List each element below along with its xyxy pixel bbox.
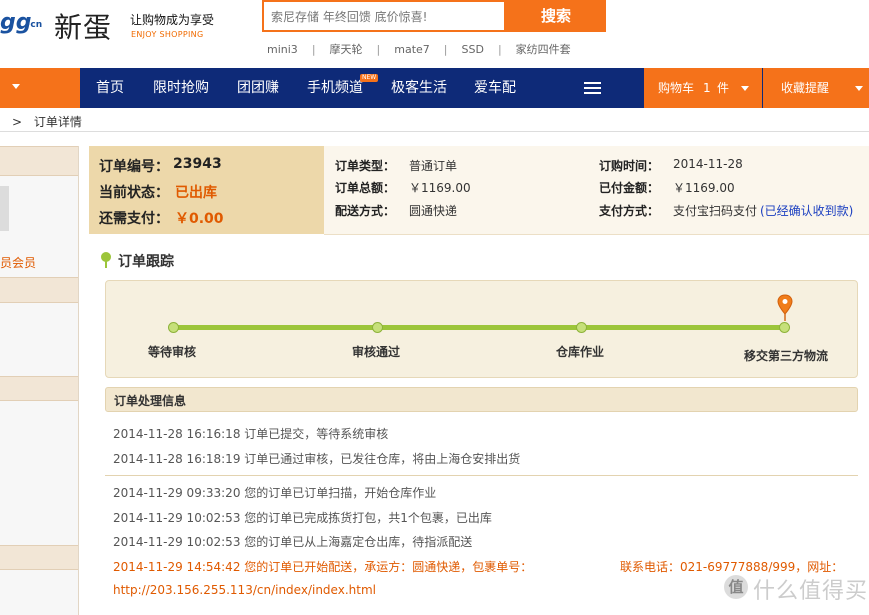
breadcrumb-current: 订单详情: [33, 115, 82, 129]
nav-item-flash-sale[interactable]: 限时抢购: [153, 68, 209, 108]
sidebar-avatar: [0, 186, 9, 231]
log-entry: 2014-11-29 09:33:20 您的订单已订单扫描，开始仓库作业: [113, 486, 437, 500]
cart-label: 购物车: [658, 81, 695, 95]
watermark-text: 什么值得买: [753, 579, 869, 604]
sidebar-section-header[interactable]: [0, 376, 78, 401]
nav-item-home[interactable]: 首页: [96, 68, 124, 108]
tracking-progress-bar: [173, 325, 785, 330]
nav-item-car[interactable]: 爱车配: [474, 68, 516, 108]
chevron-down-icon: [12, 84, 20, 89]
hot-word-separator: |: [376, 43, 381, 56]
breadcrumb-separator: >: [12, 115, 23, 129]
nav-item-geek-life[interactable]: 极客生活: [391, 68, 447, 108]
chevron-down-icon: [855, 86, 863, 91]
logo-tagline: 让购物成为享受: [130, 13, 215, 27]
delivery-method-label: 配送方式：: [335, 204, 396, 218]
payment-method: 支付宝扫码支付: [673, 204, 758, 218]
category-menu-button[interactable]: [0, 68, 80, 108]
tracking-step-dot: [576, 322, 587, 333]
new-badge: NEW: [360, 74, 379, 82]
search-input[interactable]: [269, 3, 503, 31]
order-type-label: 订单类型：: [335, 159, 396, 173]
menu-icon[interactable]: [584, 82, 601, 94]
logo-xindan-text: 新蛋: [54, 11, 113, 44]
site-logo[interactable]: gg ·cn 新蛋 让购物成为享受 ENJOY SHOPPING: [0, 0, 216, 57]
search-button[interactable]: 搜索: [506, 0, 606, 32]
nav-item-mobile[interactable]: 手机频道: [307, 68, 363, 108]
log-entry: 2014-11-28 16:18:19 订单已通过审核，已发往仓库，将由上海仓安…: [113, 452, 521, 466]
tracking-step-label: 审核通过: [352, 345, 401, 359]
cart-button[interactable]: 购物车 1 件: [644, 68, 762, 108]
divider: [105, 475, 858, 476]
watermark-logo-icon: 值: [724, 575, 748, 599]
processing-info-title: 订单处理信息: [114, 394, 187, 408]
paid-amount-label: 已付金额：: [599, 181, 660, 195]
payment-confirmed-note: (已经确认收到款): [760, 204, 854, 218]
hot-word-separator: |: [497, 43, 502, 56]
order-total: ￥1169.00: [409, 181, 471, 195]
amount-due: ￥0.00: [175, 211, 224, 227]
search-box: [262, 0, 506, 32]
divider: [0, 131, 869, 132]
payment-method-label: 支付方式：: [599, 204, 660, 218]
order-number: 23943: [173, 156, 222, 172]
hot-word-link[interactable]: SSD: [462, 43, 484, 56]
hot-word-link[interactable]: mini3: [267, 43, 298, 56]
order-status-panel: 订单编号： 23943 当前状态： 已出库 还需支付： ￥0.00: [89, 146, 324, 234]
map-pin-icon: [101, 252, 111, 268]
order-type: 普通订单: [409, 159, 458, 173]
nav-item-group-earn[interactable]: 团团赚: [237, 68, 279, 108]
favorites-label: 收藏提醒: [781, 81, 830, 95]
order-status: 已出库: [175, 185, 217, 201]
order-info-panel: 订单类型： 普通订单 订购时间： 2014-11-28 订单总额： ￥1169.…: [324, 146, 869, 235]
location-marker-icon: [777, 294, 793, 321]
carrier-website-link[interactable]: http://203.156.255.113/cn/index/index.ht…: [113, 583, 376, 597]
log-entry: 2014-11-29 10:02:53 您的订单已从上海嘉定仓出库，待指派配送: [113, 535, 473, 549]
hot-word-separator: |: [443, 43, 448, 56]
sidebar-section-header[interactable]: [0, 277, 78, 303]
order-number-label: 订单编号：: [99, 159, 169, 175]
hot-word-link[interactable]: 摩天轮: [330, 43, 363, 56]
amount-due-label: 还需支付：: [99, 211, 169, 227]
favorites-button[interactable]: 收藏提醒: [763, 68, 869, 108]
tracking-step-dot: [372, 322, 383, 333]
sidebar-member-link[interactable]: 员会员: [0, 254, 36, 271]
chevron-down-icon: [741, 86, 749, 91]
logo-cn-text: ·cn: [27, 20, 43, 30]
hot-word-link[interactable]: mate7: [394, 43, 430, 56]
log-entry: 2014-11-28 16:16:18 订单已提交，等待系统审核: [113, 427, 389, 441]
sidebar-section-header[interactable]: [0, 545, 78, 570]
order-time-label: 订购时间：: [599, 159, 660, 173]
processing-info-header: [105, 387, 858, 412]
order-time: 2014-11-28: [673, 157, 743, 171]
tracking-step-label: 等待审核: [148, 345, 197, 359]
log-entry-shipping: 2014-11-29 14:54:42 您的订单已开始配送，承运方：圆通快递，包…: [113, 560, 533, 574]
tracking-title: 订单跟踪: [118, 254, 174, 270]
sidebar-section-header[interactable]: [0, 146, 78, 176]
order-status-label: 当前状态：: [99, 185, 169, 201]
tracking-step-label: 仓库作业: [556, 345, 605, 359]
delivery-method: 圆通快递: [409, 204, 458, 218]
logo-tagline-en: ENJOY SHOPPING: [131, 30, 204, 39]
cart-unit: 件: [717, 81, 730, 95]
tracking-step-dot: [168, 322, 179, 333]
cart-count: 1: [703, 81, 711, 95]
tracking-step-label: 移交第三方物流: [744, 349, 829, 363]
paid-amount: ￥1169.00: [673, 181, 735, 195]
breadcrumb: > 订单详情: [12, 113, 82, 130]
order-total-label: 订单总额：: [335, 181, 396, 195]
hot-word-separator: |: [311, 43, 316, 56]
hot-word-link[interactable]: 家纺四件套: [516, 43, 571, 56]
hot-search-words: mini3 | 摩天轮 | mate7 | SSD | 家纺四件套: [267, 41, 571, 57]
log-entry: 2014-11-29 10:02:53 您的订单已完成拣货打包，共1个包裹，已出…: [113, 511, 492, 525]
tracking-step-dot: [779, 322, 790, 333]
